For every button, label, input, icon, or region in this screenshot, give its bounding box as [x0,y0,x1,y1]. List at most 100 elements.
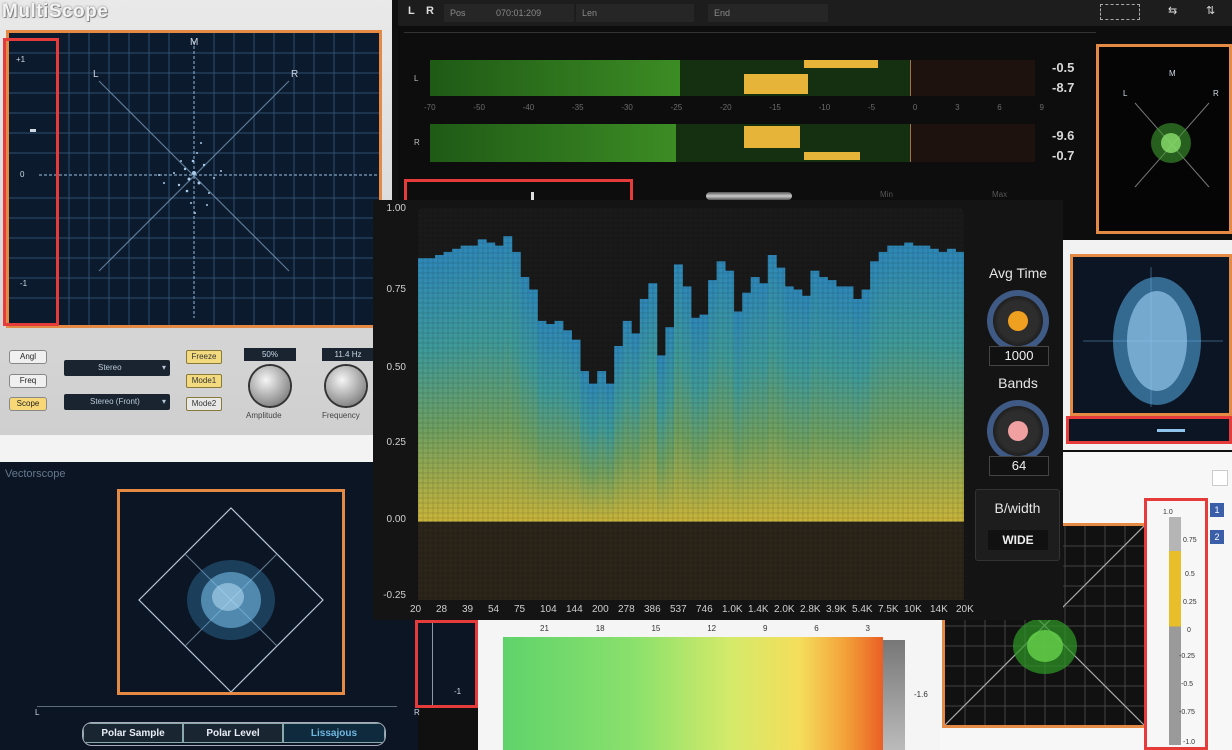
corr-tick: -1.0 [1183,739,1196,746]
bands-knob[interactable] [987,400,1049,462]
meter-tick: 6 [997,103,1002,112]
corr-tick: -0.25 [1179,653,1195,660]
swap-vertical-icon[interactable]: ⇅ [1206,4,1215,17]
chevron-down-icon: ▾ [161,397,166,406]
x-tick-label: 5.4K [852,604,873,615]
x-tick-label: 278 [618,604,635,615]
vectorscope-right-label: R [414,708,420,717]
spectrogram-tick: 15 [651,624,661,633]
frequency-value: 11.4 Hz [322,348,374,361]
corr-tick: 0.5 [1185,571,1195,578]
spectrogram-right-value: -1.6 [914,690,928,699]
x-tick-label: 20K [956,604,974,615]
selection-marker [531,192,534,200]
correlation-meter: 1.0 0.75 0.5 0.25 0 -0.25 -0.5 -0.75 -1.… [1144,498,1208,750]
meter-tick: -15 [769,103,781,112]
x-tick-label: 1.0K [722,604,743,615]
polar-level-tab[interactable]: Polar Level [183,723,283,743]
spectrogram-tick: 18 [595,624,605,633]
swap-horizontal-icon[interactable]: ⇆ [1168,4,1177,17]
length-field[interactable]: Len [576,4,694,22]
panel-corner-box [1212,470,1228,486]
mode2-button[interactable]: Mode2 [186,397,222,411]
meter-bar-r [430,124,1035,162]
corr-tick: -0.75 [1179,709,1195,716]
right-scope-display [1070,254,1232,416]
meter-hold-l [804,60,878,68]
x-tick-label: 14K [930,604,948,615]
channel-badge-2[interactable]: 2 [1210,530,1224,544]
toolbar-divider [404,32,1096,33]
amplitude-value: 50% [244,348,296,361]
mini-vec-r: R [1213,89,1219,98]
goniometer-label-m: M [190,37,199,48]
stereo-front-dropdown[interactable]: Stereo (Front) ▾ [64,394,170,410]
corr-tick: 0.25 [1183,599,1197,606]
bandwidth-selector[interactable]: B/width WIDE [975,489,1060,561]
x-tick-label: 10K [904,604,922,615]
x-tick-label: 39 [462,604,474,615]
bands-knob-indicator [1008,421,1028,441]
lissajous-tab[interactable]: Lissajous [283,723,385,743]
avg-time-label: Avg Time [988,265,1048,281]
vectorscope-mode-tabs: Polar Sample Polar Level Lissajous [82,722,386,746]
meter-bar-l [430,60,1035,96]
meter-tick: -20 [719,103,732,112]
avg-time-knob[interactable] [987,290,1049,352]
y-tick-label: 0.25 [386,437,406,448]
right-scope-footer [1066,416,1232,444]
position-field[interactable]: Pos 070:01:209 [444,4,574,22]
frequency-label: Frequency [322,411,360,420]
scope-button[interactable]: Scope [9,397,47,411]
channel-badge-1[interactable]: 1 [1210,503,1224,517]
right-scope-slider[interactable] [1157,429,1185,432]
bands-value[interactable]: 64 [989,456,1049,476]
bands-label: Bands [998,375,1038,391]
corr-tick: 1.0 [1163,509,1173,516]
peak-r-1: -9.6 [1052,128,1075,143]
spectrogram-sidebar [883,640,905,750]
y-tick-label: 0.50 [386,362,406,373]
spectrogram-gradient [503,637,883,750]
vectorscope-title: Vectorscope [5,468,66,480]
polar-sample-tab[interactable]: Polar Sample [83,723,183,743]
goniometer-grid [9,33,379,325]
end-field[interactable]: End [708,4,828,22]
x-tick-label: 1.4K [748,604,769,615]
meter-tick: -5 [867,103,876,112]
angl-button[interactable]: Angl [9,350,47,364]
vectorscope-baseline [37,706,397,707]
bandwidth-label: B/width [994,500,1041,516]
spectrogram-tick: 12 [707,624,717,633]
footer-max: Max [992,190,1008,199]
channel-mode-dropdown[interactable]: Stereo ▾ [64,360,170,376]
vectorscope-panel: Vectorscope L [0,462,418,750]
mode1-button[interactable]: Mode1 [186,374,222,388]
corr-tick: -0.5 [1181,681,1194,688]
meter-tick: -30 [621,103,633,112]
meter-fill-l [430,60,680,96]
frequency-knob[interactable] [326,366,366,406]
x-tick-label: 746 [696,604,713,615]
x-tick-label: 200 [592,604,609,615]
multiscope-correlation-bar: +1 0 -1 [3,38,59,326]
meter-tick: 0 [912,103,918,112]
amplitude-knob[interactable] [250,366,290,406]
fullscreen-icon[interactable] [1100,4,1140,20]
avg-time-value[interactable]: 1000 [989,346,1049,366]
meter-scroll-handle[interactable] [706,192,792,200]
meter-fill-r [430,124,677,162]
y-tick-label: -0.25 [383,590,406,601]
multiscope-goniometer: M L R [6,30,382,328]
meter-hold-r [804,152,860,160]
toolbar-l[interactable]: L [408,5,415,17]
freq-button[interactable]: Freq [9,374,47,388]
bandwidth-value[interactable]: WIDE [988,530,1048,550]
spectrogram-tick: 3 [865,624,870,633]
meter-tick: 9 [1039,103,1044,112]
toolbar-r[interactable]: R [426,5,434,17]
freeze-button[interactable]: Freeze [186,350,222,364]
x-tick-label: 537 [670,604,687,615]
small-level-display: -1 [415,620,478,708]
spectrogram-scale: 21 18 15 12 9 6 3 [540,624,870,633]
